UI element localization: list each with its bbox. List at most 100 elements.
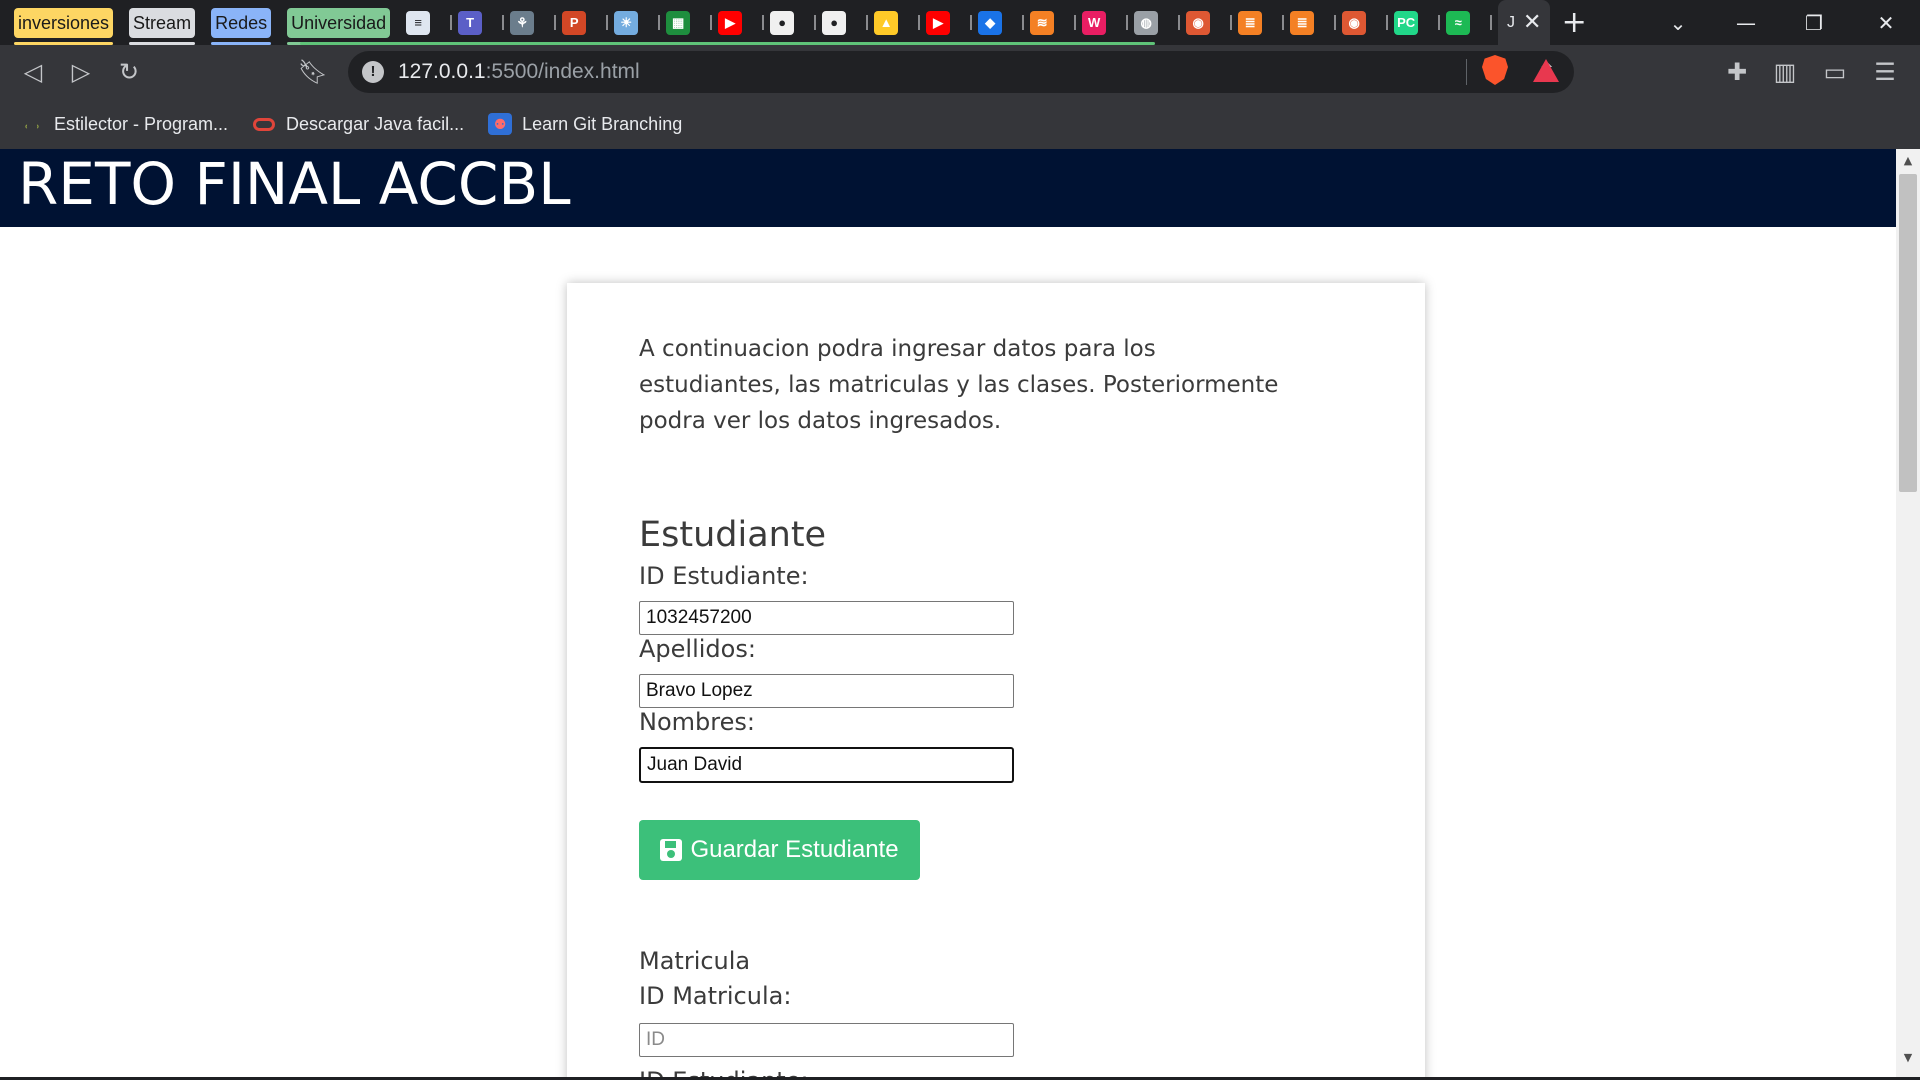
browser-tab[interactable]: ▲: [874, 0, 926, 45]
url-text[interactable]: 127.0.0.1:5500/index.html: [398, 51, 640, 93]
page-scrollbar[interactable]: ▲ ▼: [1896, 149, 1920, 1080]
tab-separator: [1334, 15, 1337, 30]
url-path: :5500/index.html: [485, 60, 640, 83]
guardar-estudiante-label: Guardar Estudiante: [690, 836, 899, 863]
scroll-down-arrow-icon[interactable]: ▼: [1896, 1048, 1920, 1068]
tab-separator: [710, 15, 713, 30]
browser-tab[interactable]: ▶: [718, 0, 770, 45]
nombres-input[interactable]: [639, 747, 1014, 783]
browser-tab[interactable]: ●: [770, 0, 822, 45]
browser-tab[interactable]: ≡: [406, 0, 458, 45]
tab-group-stream[interactable]: Stream: [129, 7, 196, 45]
page-header: RETO FINAL ACCBL: [0, 149, 1896, 227]
tab-list: inversiones Stream Redes Universidad ≡ T ⚘ P ☀ ▦ ▶…: [0, 0, 1598, 45]
bookmark-icon[interactable]: 🔖︎: [294, 53, 332, 91]
scroll-thumb[interactable]: [1899, 174, 1917, 492]
browser-tab[interactable]: ≈: [1446, 0, 1498, 45]
page-title: RETO FINAL ACCBL: [18, 150, 571, 218]
tab-group-universidad[interactable]: Universidad: [287, 7, 391, 45]
tab-separator: [502, 15, 505, 30]
minimize-button[interactable]: —: [1712, 0, 1780, 45]
brave-rewards-icon[interactable]: [1533, 59, 1559, 82]
browser-tab[interactable]: ◉: [1186, 0, 1238, 45]
browser-tab[interactable]: T: [458, 0, 510, 45]
id-estudiante-input[interactable]: [639, 601, 1014, 635]
restore-button[interactable]: ❐: [1780, 0, 1848, 45]
tab-separator: [1126, 15, 1129, 30]
close-window-button[interactable]: ✕: [1852, 0, 1920, 45]
tab-separator: [606, 15, 609, 30]
form-card: A continuacion podra ingresar datos para…: [567, 283, 1425, 1080]
apellidos-input[interactable]: [639, 674, 1014, 708]
browser-tab[interactable]: ◆: [978, 0, 1030, 45]
browser-tab[interactable]: ⚘: [510, 0, 562, 45]
address-bar[interactable]: ! 127.0.0.1:5500/index.html ⇪: [348, 51, 1574, 93]
menu-icon[interactable]: ☰: [1866, 53, 1904, 91]
browser-tab[interactable]: ≋: [1030, 0, 1082, 45]
browser-tab[interactable]: P: [562, 0, 614, 45]
browser-tab[interactable]: W: [1082, 0, 1134, 45]
bookmark-label: Learn Git Branching: [522, 113, 683, 134]
firebase-icon: ▲: [874, 10, 899, 35]
id-matricula-input[interactable]: [639, 1023, 1014, 1057]
tab-separator: [1230, 15, 1233, 30]
scroll-up-arrow-icon[interactable]: ▲: [1896, 151, 1920, 171]
wallet-icon[interactable]: ▭: [1816, 53, 1854, 91]
tab-separator: [1074, 15, 1077, 30]
browser-tab[interactable]: ◉: [1342, 0, 1394, 45]
browser-toolbar: ◁ ▷ ↻ 🔖︎ ! 127.0.0.1:5500/index.html ⇪ ✚…: [0, 45, 1920, 99]
browser-tab[interactable]: ≣: [1238, 0, 1290, 45]
extensions-puzzle-icon[interactable]: ✚: [1718, 53, 1756, 91]
browser-tab[interactable]: ☀: [614, 0, 666, 45]
tab-search-chevron-icon[interactable]: ⌄: [1644, 0, 1712, 45]
bookmark-java[interactable]: Descargar Java facil...: [252, 113, 464, 135]
estudiante-heading: Estudiante: [639, 515, 827, 555]
flag-icon: ☀: [614, 10, 639, 35]
reload-icon[interactable]: ↻: [110, 53, 148, 91]
forward-icon[interactable]: ▷: [62, 53, 100, 91]
tab-separator: [762, 15, 765, 30]
tab-group-inversiones[interactable]: inversiones: [14, 7, 114, 45]
active-tab[interactable]: J ✕: [1498, 0, 1551, 45]
tab-separator: [1490, 15, 1493, 30]
sidebar-icon[interactable]: ▥: [1766, 53, 1804, 91]
apellidos-label: Apellidos:: [639, 635, 756, 663]
estilector-icon: ᪾: [20, 113, 44, 135]
bookmark-estilector[interactable]: ᪾ Estilector - Program...: [20, 113, 228, 135]
wg-icon: W: [1082, 10, 1107, 35]
tab-separator: [1178, 15, 1181, 30]
browser-tab[interactable]: ▦: [666, 0, 718, 45]
guardar-estudiante-button[interactable]: Guardar Estudiante: [639, 820, 920, 880]
tab-separator: [450, 15, 453, 30]
stackoverflow-icon: ≣: [1290, 10, 1315, 35]
bookmark-label: Descargar Java facil...: [286, 113, 465, 134]
tab-separator: [1282, 15, 1285, 30]
new-tab-plus-icon[interactable]: +: [1550, 0, 1598, 45]
intro-text: A continuacion podra ingresar datos para…: [639, 336, 1279, 434]
browser-tab[interactable]: ◍: [1134, 0, 1186, 45]
tab-separator: [1386, 15, 1389, 30]
browser-tab[interactable]: ≣: [1290, 0, 1342, 45]
back-icon[interactable]: ◁: [14, 53, 52, 91]
browser-tab[interactable]: ▶: [926, 0, 978, 45]
tab-group-redes[interactable]: Redes: [211, 7, 272, 45]
bookmarks-bar: ᪾ Estilector - Program... Descargar Java…: [0, 99, 1920, 149]
browser-tab[interactable]: ●: [822, 0, 874, 45]
stack-icon: ≋: [1030, 10, 1055, 35]
duckduckgo-icon: ◉: [1342, 10, 1367, 35]
tab-strip: inversiones Stream Redes Universidad ≡ T ⚘ P ☀ ▦ ▶…: [0, 0, 1920, 45]
close-tab-icon[interactable]: ✕: [1523, 10, 1541, 35]
stackoverflow-icon: ≣: [1238, 10, 1263, 35]
bookmark-learn-git[interactable]: ⚉ Learn Git Branching: [488, 113, 682, 135]
globe-icon: ◍: [1134, 10, 1159, 35]
github-icon: ●: [770, 10, 795, 35]
git-branch-icon: ⚉: [488, 113, 513, 135]
site-info-icon[interactable]: !: [362, 61, 384, 83]
calc-icon: ▦: [666, 10, 691, 35]
browser-tab[interactable]: PC: [1394, 0, 1446, 45]
tab-separator: [554, 15, 557, 30]
url-host: 127.0.0.1: [398, 60, 486, 83]
teams-icon: T: [458, 10, 483, 35]
active-tab-title: J: [1506, 13, 1515, 31]
youtube-icon: ▶: [926, 10, 951, 35]
